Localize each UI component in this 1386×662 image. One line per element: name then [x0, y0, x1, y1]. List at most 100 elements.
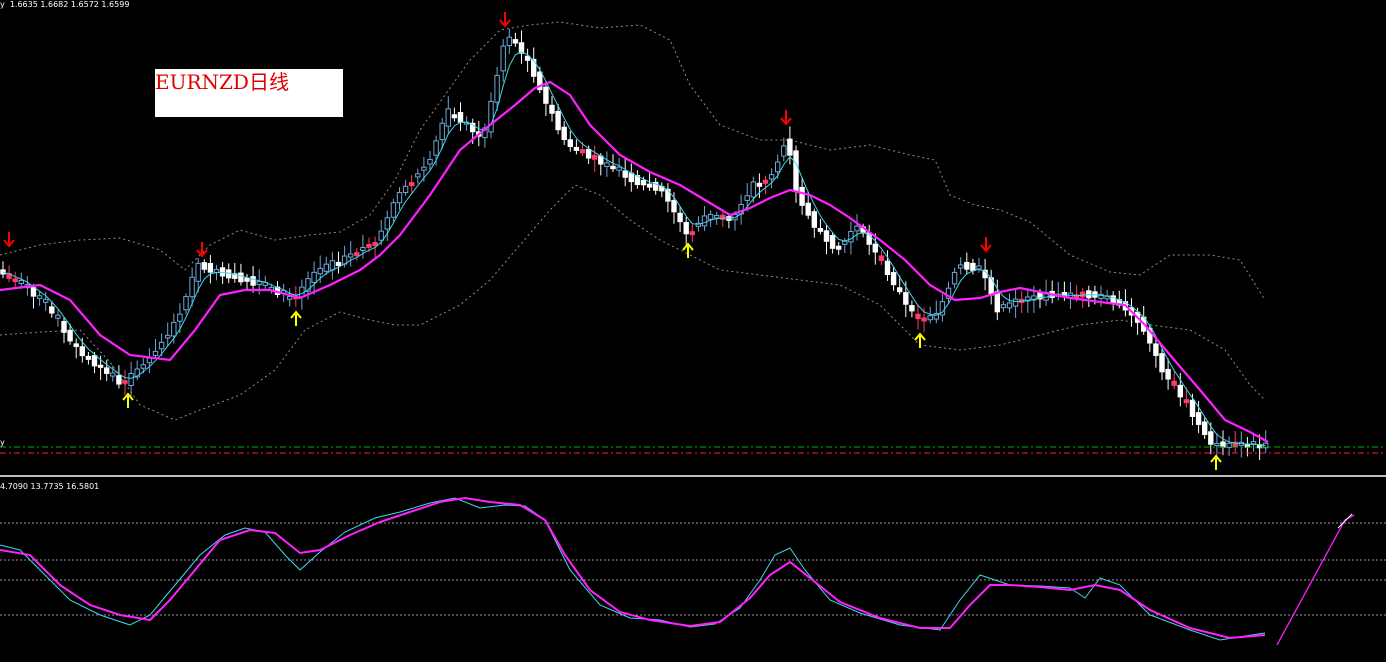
- oscillator-projection-tip: [1337, 513, 1353, 529]
- candle-body: [201, 262, 208, 270]
- candle-body: [549, 104, 555, 114]
- candle-body: [909, 305, 915, 312]
- candle-body: [360, 247, 366, 252]
- candle-body: [787, 138, 793, 156]
- candle-body: [213, 269, 220, 273]
- candle-body: [976, 265, 982, 270]
- candle-body: [457, 112, 464, 123]
- candle-body: [311, 271, 317, 283]
- candle-body: [55, 314, 61, 319]
- candle-body: [561, 126, 567, 140]
- candle-body: [799, 186, 805, 206]
- candle-body: [531, 58, 537, 77]
- candle-body: [964, 261, 970, 270]
- buy-arrow-icon: [1210, 454, 1222, 470]
- candle-body: [903, 292, 909, 305]
- candle-body: [329, 260, 336, 271]
- candle-body: [1153, 343, 1159, 356]
- candle-body: [402, 185, 409, 193]
- candle-body: [640, 179, 647, 186]
- candle-body: [921, 317, 927, 322]
- candle-body: [384, 217, 391, 230]
- lower-band-path: [0, 184, 1266, 421]
- candle-body: [915, 313, 921, 320]
- candle-body: [854, 225, 860, 232]
- candle-body: [1012, 298, 1019, 307]
- candle-body: [43, 298, 49, 303]
- candle-body: [91, 355, 98, 367]
- candle-body: [829, 235, 836, 249]
- candle-body: [817, 228, 824, 232]
- candle-body: [604, 162, 610, 167]
- candle-body: [714, 215, 720, 219]
- candle-body: [122, 380, 128, 384]
- candle-body: [1220, 441, 1226, 448]
- candle-body: [1202, 421, 1208, 435]
- candle-body: [421, 166, 427, 171]
- candle-body: [1165, 368, 1171, 380]
- candle-body: [110, 372, 116, 377]
- candle-body: [677, 212, 683, 223]
- candle-body: [836, 245, 842, 250]
- candle-body: [128, 373, 134, 386]
- sell-arrow-icon: [196, 242, 208, 258]
- candle-body: [610, 165, 616, 170]
- candle-body: [823, 230, 830, 242]
- candle-body: [646, 183, 653, 188]
- candle-body: [762, 179, 769, 184]
- candle-body: [970, 262, 976, 272]
- candle-body: [104, 367, 110, 374]
- candle-body: [1171, 380, 1177, 386]
- buy-arrow-icon: [290, 310, 302, 326]
- candle-body: [506, 36, 513, 47]
- candle-body: [372, 241, 378, 246]
- candle-body: [848, 230, 854, 243]
- candle-body: [744, 195, 750, 201]
- candle-body: [665, 188, 671, 202]
- candle-body: [451, 114, 458, 119]
- candle-body: [409, 182, 415, 187]
- candle-body: [1195, 412, 1202, 425]
- candle-body: [244, 277, 250, 282]
- candle-body: [781, 145, 787, 157]
- candle-body: [415, 173, 421, 178]
- candle-body: [805, 202, 811, 216]
- chart-title: EURNZD日线: [155, 70, 289, 94]
- candle-body: [18, 280, 25, 285]
- candle-body: [951, 271, 958, 285]
- slow-ema-path: [0, 80, 1269, 443]
- candle-body: [994, 291, 1000, 313]
- candle-body: [811, 211, 817, 228]
- candle-body: [707, 213, 714, 220]
- candle-body: [842, 240, 848, 245]
- candle-body: [689, 231, 695, 236]
- candle-body: [579, 149, 586, 154]
- candle-body: [195, 262, 201, 282]
- sell-arrow-icon: [780, 110, 792, 126]
- candle-body: [543, 86, 549, 104]
- candle-body: [585, 148, 592, 159]
- oscillator-readout: 4.7090 13.7735 16.5801: [0, 482, 100, 491]
- candle-body: [335, 261, 342, 266]
- candle-body: [622, 170, 628, 178]
- candle-body: [116, 375, 122, 385]
- price-levels: [0, 446, 1386, 454]
- candle-body: [494, 74, 500, 103]
- ohlc-readout: y 1.6635 1.6682 1.6572 1.6599: [0, 0, 130, 9]
- candle-body: [567, 139, 573, 148]
- candle-body: [1006, 302, 1013, 309]
- title-box: EURNZD日线: [155, 69, 343, 117]
- candle-body: [152, 350, 159, 357]
- lower-band-line: [0, 184, 1266, 421]
- oscillator-grid: [0, 522, 1386, 616]
- candle-body: [1159, 353, 1165, 373]
- candle-body: [1214, 442, 1220, 447]
- candle-body: [79, 346, 85, 357]
- candle-body: [1189, 399, 1196, 417]
- candle-body: [439, 122, 445, 141]
- candle-body: [354, 252, 360, 257]
- candle-body: [348, 253, 354, 258]
- candle-body: [1183, 399, 1190, 404]
- sell-arrow-icon: [499, 12, 511, 28]
- candle-body: [171, 321, 177, 337]
